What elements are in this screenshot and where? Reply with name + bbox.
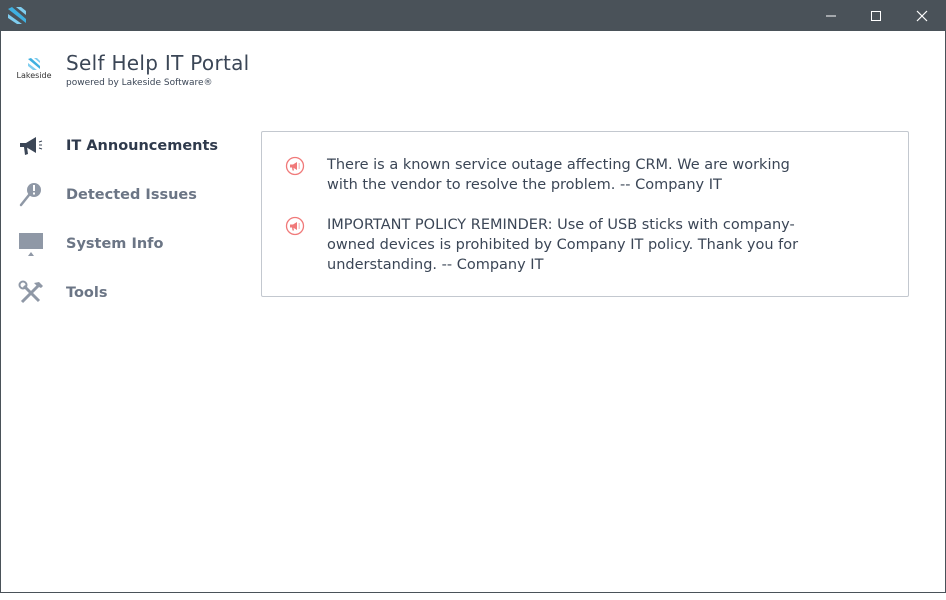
megaphone-icon	[17, 132, 45, 160]
sidebar-item-tools[interactable]: Tools	[0, 275, 240, 311]
logo-text: Lakeside	[16, 71, 52, 80]
app-logo-icon	[8, 7, 26, 24]
announcements-panel: There is a known service outage affectin…	[261, 131, 909, 297]
sidebar-item-detected-issues[interactable]: Detected Issues	[0, 177, 240, 213]
announcement-text: IMPORTANT POLICY REMINDER: Use of USB st…	[327, 217, 799, 273]
minimize-icon	[826, 15, 836, 16]
close-button[interactable]	[899, 0, 945, 31]
announcement-text: There is a known service outage affectin…	[327, 157, 790, 193]
megaphone-icon	[285, 156, 305, 176]
maximize-icon	[871, 10, 881, 21]
page-title: Self Help IT Portal	[66, 51, 250, 75]
magnifier-alert-icon	[17, 181, 45, 209]
sidebar-item-label: IT Announcements	[66, 138, 219, 154]
page-subtitle: powered by Lakeside Software®	[66, 78, 213, 88]
lakeside-logo: Lakeside	[16, 58, 52, 80]
tools-icon	[17, 279, 45, 307]
maximize-button[interactable]	[853, 0, 899, 31]
sidebar-item-system-info[interactable]: System Info	[0, 226, 240, 262]
minimize-button[interactable]	[808, 0, 854, 31]
lakeside-logo-icon	[28, 58, 40, 70]
sidebar-item-label: System Info	[66, 236, 164, 252]
megaphone-icon	[285, 216, 305, 236]
sidebar-item-label: Detected Issues	[66, 187, 197, 203]
close-icon	[916, 10, 928, 21]
sidebar-item-label: Tools	[66, 285, 108, 301]
monitor-icon	[17, 230, 45, 258]
sidebar-item-it-announcements[interactable]: IT Announcements	[0, 128, 240, 164]
title-bar[interactable]	[0, 0, 946, 31]
